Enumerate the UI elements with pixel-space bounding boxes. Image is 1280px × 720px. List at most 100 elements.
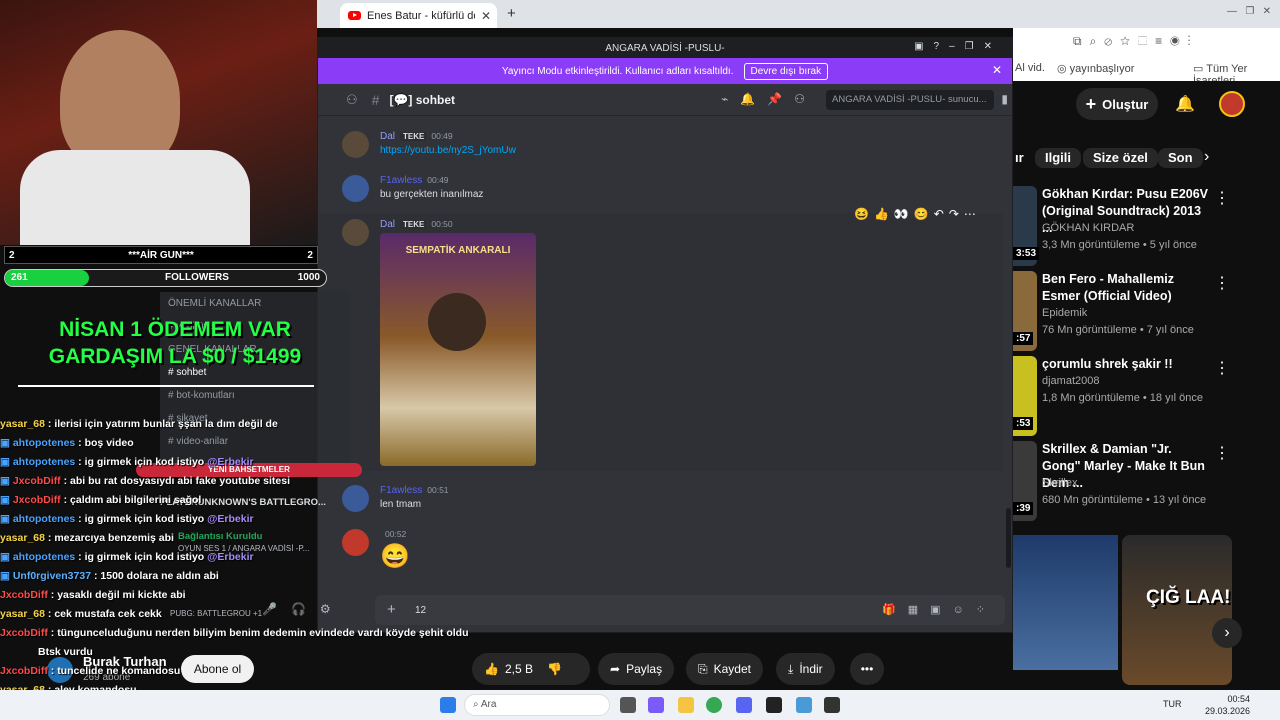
language-indicator[interactable]: TUR xyxy=(1163,699,1182,709)
short-thumbnail-1[interactable] xyxy=(1013,535,1118,670)
inbox-icon[interactable]: ▮ xyxy=(1001,92,1008,106)
file-explorer-icon[interactable] xyxy=(678,697,694,713)
short-thumbnail-2[interactable]: ÇIĞ LAA! xyxy=(1122,535,1232,685)
chevron-right-icon[interactable]: › xyxy=(1204,148,1209,166)
chat-username[interactable]: JxcobDiff xyxy=(0,589,48,601)
discord-icon[interactable] xyxy=(736,697,752,713)
chat-line: ▣ Unf0rgiven3737 : 1500 dolara ne aldın … xyxy=(0,570,219,582)
more-icon[interactable]: ⋮ xyxy=(1214,273,1230,293)
attach-plus-icon[interactable]: + xyxy=(387,601,396,618)
shorts-next-button[interactable]: › xyxy=(1212,618,1242,648)
rec-video-1[interactable]: 3:53 Gökhan Kırdar: Pusu E206V (Original… xyxy=(1013,186,1280,266)
chat-username[interactable]: yasar_68 xyxy=(0,532,45,544)
chip-son[interactable]: Son xyxy=(1158,148,1203,168)
browser-tab-active[interactable]: Enes Batur - küfürlü dolunay (o ✕ xyxy=(340,3,497,28)
chat-text: yasaklı değil mi kickte abi xyxy=(57,589,186,601)
close-tab-icon[interactable]: ✕ xyxy=(481,9,491,23)
chat-line: ▣ ahtopotenes : boş video xyxy=(0,437,134,449)
chrome-icon[interactable] xyxy=(706,697,722,713)
window-controls[interactable]: — ❐ ✕ xyxy=(1227,6,1271,17)
taskbar-search[interactable]: ⌕ Ara xyxy=(464,694,610,716)
chat-username[interactable]: JxcobDiff xyxy=(13,475,61,487)
chat-mention[interactable]: @Erbekir xyxy=(207,456,253,468)
chat-line: yasar_68 : mezarcıya benzemiş abi xyxy=(0,532,174,544)
save-button[interactable]: ⎘ Kaydet xyxy=(686,653,763,685)
rec-video-2[interactable]: :57 Ben Fero - Mahallemiz Esmer (Officia… xyxy=(1013,271,1280,351)
chat-username[interactable]: yasar_68 xyxy=(0,608,45,620)
new-tab-button[interactable]: + xyxy=(507,5,516,22)
close-icon[interactable]: ✕ xyxy=(992,63,1002,77)
obs-icon[interactable] xyxy=(766,697,782,713)
rec-video-3[interactable]: :53 çorumlu shrek şakir !! djamat2008 1,… xyxy=(1013,356,1280,436)
chat-badge-icon: ▣ xyxy=(0,513,13,525)
copilot-icon[interactable] xyxy=(648,697,664,713)
members-icon[interactable]: ⚇ xyxy=(346,92,358,108)
message-link[interactable]: https://youtu.be/ny2S_jYomUw xyxy=(380,145,516,156)
avatar[interactable] xyxy=(342,219,369,246)
chat-mention[interactable]: @Erbekir xyxy=(207,513,253,525)
avatar[interactable] xyxy=(1219,91,1245,117)
chat-text: mezarcıya benzemiş abi xyxy=(54,532,174,544)
header-icons[interactable]: ⌁🔔📌⚇ xyxy=(721,92,817,106)
sidebar-channel[interactable]: # bot-komutları xyxy=(168,384,350,407)
message-input[interactable]: + 12 🎁▦▣☺⁘ xyxy=(375,595,1005,625)
chat-line: ▣ ahtopotenes : ig girmek için kod istiy… xyxy=(0,456,254,468)
role-tag: TEKE xyxy=(400,132,428,141)
chat-username[interactable]: JxcobDiff xyxy=(0,627,48,639)
input-icons[interactable]: 🎁▦▣☺⁘ xyxy=(882,603,997,616)
image-person xyxy=(428,293,486,351)
window-controls[interactable]: ▣?–❐✕ xyxy=(914,41,1002,52)
chat-username[interactable]: JxcobDiff xyxy=(13,494,61,506)
bookmark-1[interactable]: Al vid. xyxy=(1015,62,1045,74)
app-icon-2[interactable] xyxy=(824,697,840,713)
username[interactable]: Dal xyxy=(380,131,395,142)
username[interactable]: Dal xyxy=(380,219,395,230)
more-icon[interactable]: ⋮ xyxy=(1214,188,1230,208)
more-actions-button[interactable]: ••• xyxy=(850,653,884,685)
chip-ilgili[interactable]: Ilgili xyxy=(1035,148,1081,168)
like-dislike-button[interactable]: 👍 2,5 B 👎 xyxy=(472,653,590,685)
chat-username[interactable]: ahtopotenes xyxy=(13,456,75,468)
username[interactable]: F1awless xyxy=(380,175,422,186)
chat-line: JxcobDiff : tüngunceluduğunu nerden bili… xyxy=(0,627,469,639)
search-input[interactable]: ANGARA VADİSİ -PUSLU- sunucu... xyxy=(826,90,994,110)
chat-username[interactable]: Unf0rgiven3737 xyxy=(13,570,91,582)
chat-username[interactable]: JxcobDiff xyxy=(0,665,48,677)
windows-taskbar: ⌕ Ara TUR 00:54 29.03.2026 xyxy=(0,690,1280,720)
download-button[interactable]: ⤓ İndir xyxy=(776,653,835,685)
bookmark-icon: ⎘ xyxy=(698,661,708,676)
chat-badge-icon: ▣ xyxy=(0,570,13,582)
message: Dal TEKE 00:49 https://youtu.be/ny2S_jYomU… xyxy=(342,131,516,158)
task-view-icon[interactable] xyxy=(620,697,636,713)
chat-username[interactable]: ahtopotenes xyxy=(13,513,75,525)
scrollbar[interactable] xyxy=(1006,508,1011,568)
avatar[interactable] xyxy=(342,131,369,158)
start-icon[interactable] xyxy=(440,697,456,713)
chip-size-ozel[interactable]: Size özel xyxy=(1083,148,1158,168)
rec-video-4[interactable]: :39 Skrillex & Damian "Jr. Gong" Marley … xyxy=(1013,441,1280,521)
chat-username[interactable]: yasar_68 xyxy=(0,418,45,430)
image-attachment[interactable]: SEMPATİK ANKARALI xyxy=(380,233,536,466)
timestamp: 00:50 xyxy=(431,219,453,229)
bookmark-2[interactable]: ◎ yayınbaşlıyor xyxy=(1057,62,1134,75)
chat-username[interactable]: ahtopotenes xyxy=(13,437,75,449)
more-icon[interactable]: ⋮ xyxy=(1214,443,1230,463)
clock-time[interactable]: 00:54 xyxy=(1220,694,1250,704)
avatar[interactable] xyxy=(342,175,369,202)
create-button[interactable]: + Oluştur xyxy=(1076,88,1158,120)
username[interactable]: F1awless xyxy=(380,485,422,496)
disable-streamer-mode-button[interactable]: Devre dışı bırak xyxy=(743,62,829,80)
toolbar-icons[interactable]: ⧉⌕⊘☆⬚≡◉⋮ xyxy=(1073,34,1199,49)
chat-text: 1500 dolara ne aldın abi xyxy=(100,570,219,582)
bell-icon[interactable]: 🔔 xyxy=(1175,94,1195,114)
chat-mention[interactable]: @Erbekir xyxy=(207,551,253,563)
chat-username[interactable]: ahtopotenes xyxy=(13,551,75,563)
emoji-message: 😄 xyxy=(380,543,410,570)
chat-text: ig girmek için kod istiyo xyxy=(84,551,205,563)
more-icon[interactable]: ⋮ xyxy=(1214,358,1230,378)
share-button[interactable]: ➦ Paylaş xyxy=(598,653,675,685)
chat-text: ilerisi için yatırım bunlar şşan la dım … xyxy=(54,418,278,430)
app-icon[interactable] xyxy=(796,697,812,713)
video-title: Ben Fero - Mahallemiz Esmer (Official Vi… xyxy=(1042,272,1174,303)
message-actions[interactable]: 😆👍👀😊↶↷⋯ xyxy=(854,207,1000,227)
